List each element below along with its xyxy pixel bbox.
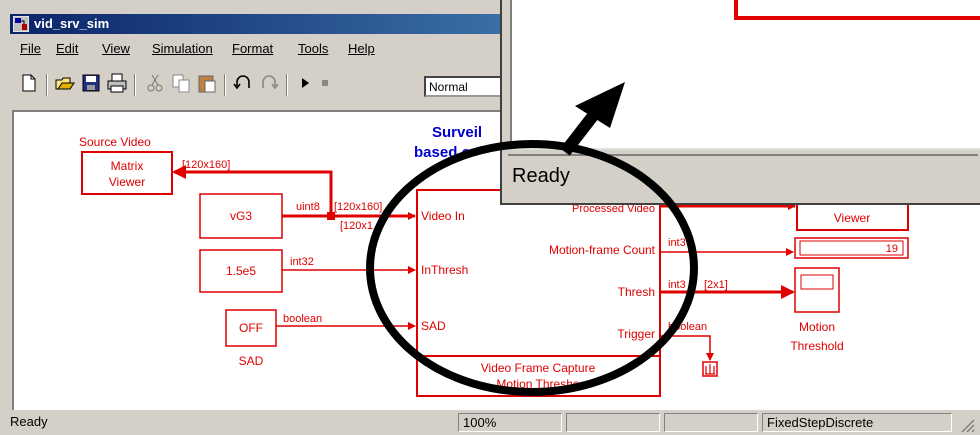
highlight-circle [366, 140, 698, 396]
callout-annotation [366, 82, 698, 396]
